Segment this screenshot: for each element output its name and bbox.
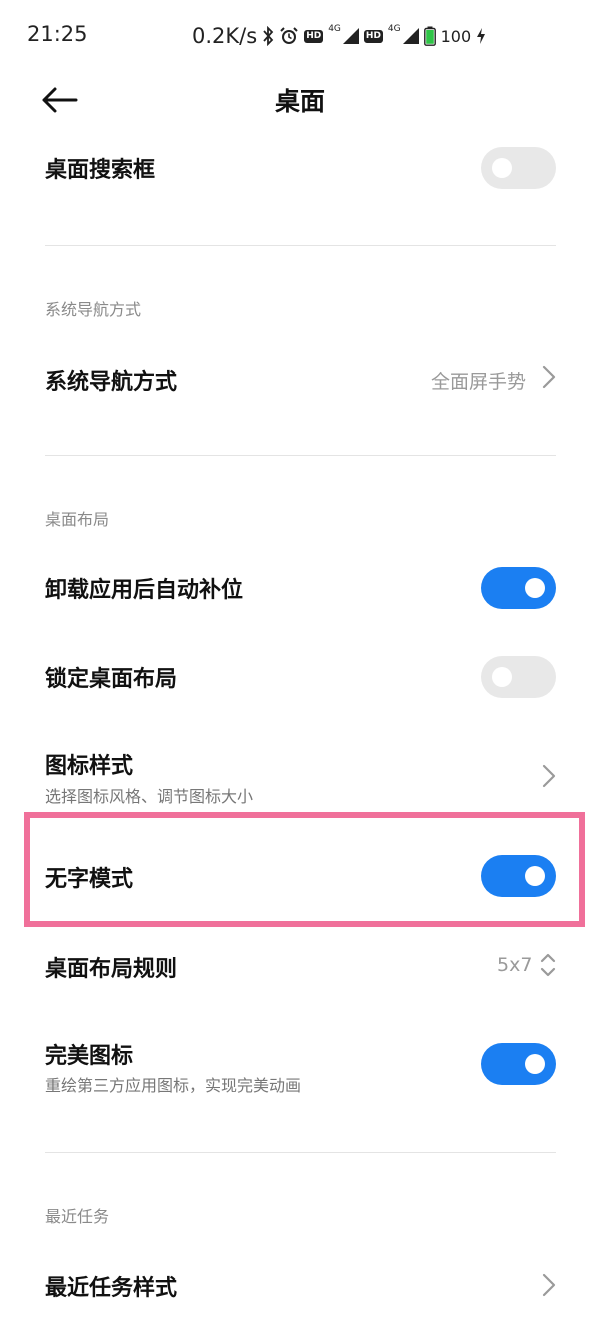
- perfect-icons-toggle[interactable]: [481, 1043, 556, 1085]
- toggle-knob: [492, 667, 512, 687]
- icon-style-title: 图标样式: [45, 754, 134, 779]
- layout-rule-value: 5x7: [497, 954, 533, 976]
- chevron-right-icon: [542, 1273, 556, 1297]
- signal-icon: [402, 28, 419, 44]
- divider: [45, 1152, 556, 1153]
- perfect-icons-title: 完美图标: [45, 1044, 134, 1069]
- lock-layout-toggle[interactable]: [481, 656, 556, 698]
- icon-style-subtitle: 选择图标风格、调节图标大小: [45, 787, 254, 806]
- chevron-right-icon: [542, 365, 556, 389]
- recent-style-row[interactable]: 最近任务样式: [0, 1246, 600, 1326]
- highlight-box: [24, 812, 585, 927]
- auto-fill-toggle[interactable]: [481, 567, 556, 609]
- screen: 21:25 0.2K/s HD 4G HD 4G 100 桌面 桌面搜索框 系统…: [0, 0, 600, 1333]
- perfect-icons-row[interactable]: 完美图标 重绘第三方应用图标，实现完美动画: [0, 1024, 600, 1108]
- recent-style-title: 最近任务样式: [45, 1276, 178, 1301]
- bluetooth-icon: [262, 26, 274, 46]
- nav-mode-title: 系统导航方式: [45, 370, 178, 395]
- nav-mode-value: 全面屏手势: [431, 371, 527, 393]
- header: 桌面: [0, 72, 600, 128]
- signal-icon: [342, 28, 359, 44]
- toggle-knob: [525, 578, 545, 598]
- icon-style-row[interactable]: 图标样式 选择图标风格、调节图标大小: [0, 735, 600, 815]
- section-label-recent: 最近任务: [45, 1207, 110, 1226]
- nav-mode-row[interactable]: 系统导航方式 全面屏手势: [0, 336, 600, 420]
- status-icons: 0.2K/s HD 4G HD 4G 100: [192, 22, 486, 50]
- status-bar: 21:25 0.2K/s HD 4G HD 4G 100: [0, 0, 600, 72]
- page-title: 桌面: [274, 87, 325, 116]
- network-speed: 0.2K/s: [192, 24, 258, 48]
- divider: [45, 455, 556, 456]
- network-type-1: 4G: [328, 24, 341, 34]
- chevron-right-icon: [542, 764, 556, 788]
- section-label-navigation: 系统导航方式: [45, 300, 142, 319]
- battery-icon: [423, 26, 436, 46]
- search-box-row[interactable]: 桌面搜索框: [0, 128, 600, 216]
- layout-rule-title: 桌面布局规则: [45, 957, 178, 982]
- battery-level: 100: [440, 26, 472, 46]
- lock-layout-row[interactable]: 锁定桌面布局: [0, 637, 600, 717]
- hd-badge-2: HD: [363, 29, 383, 43]
- auto-fill-row[interactable]: 卸载应用后自动补位: [0, 548, 600, 628]
- lock-layout-title: 锁定桌面布局: [45, 667, 178, 692]
- section-label-layout: 桌面布局: [45, 510, 110, 529]
- status-time: 21:25: [27, 22, 88, 46]
- auto-fill-title: 卸载应用后自动补位: [45, 578, 244, 603]
- search-box-toggle[interactable]: [481, 147, 556, 189]
- toggle-knob: [492, 158, 512, 178]
- search-box-title: 桌面搜索框: [45, 158, 156, 183]
- charging-icon: [476, 28, 486, 44]
- divider: [45, 245, 556, 246]
- alarm-icon: [279, 26, 299, 46]
- perfect-icons-subtitle: 重绘第三方应用图标，实现完美动画: [45, 1076, 302, 1095]
- chevron-up-down-icon: [540, 953, 556, 977]
- toggle-knob: [525, 1054, 545, 1074]
- hd-badge-1: HD: [304, 29, 324, 43]
- layout-rule-row[interactable]: 桌面布局规则 5x7: [0, 928, 600, 1004]
- network-type-2: 4G: [387, 24, 401, 34]
